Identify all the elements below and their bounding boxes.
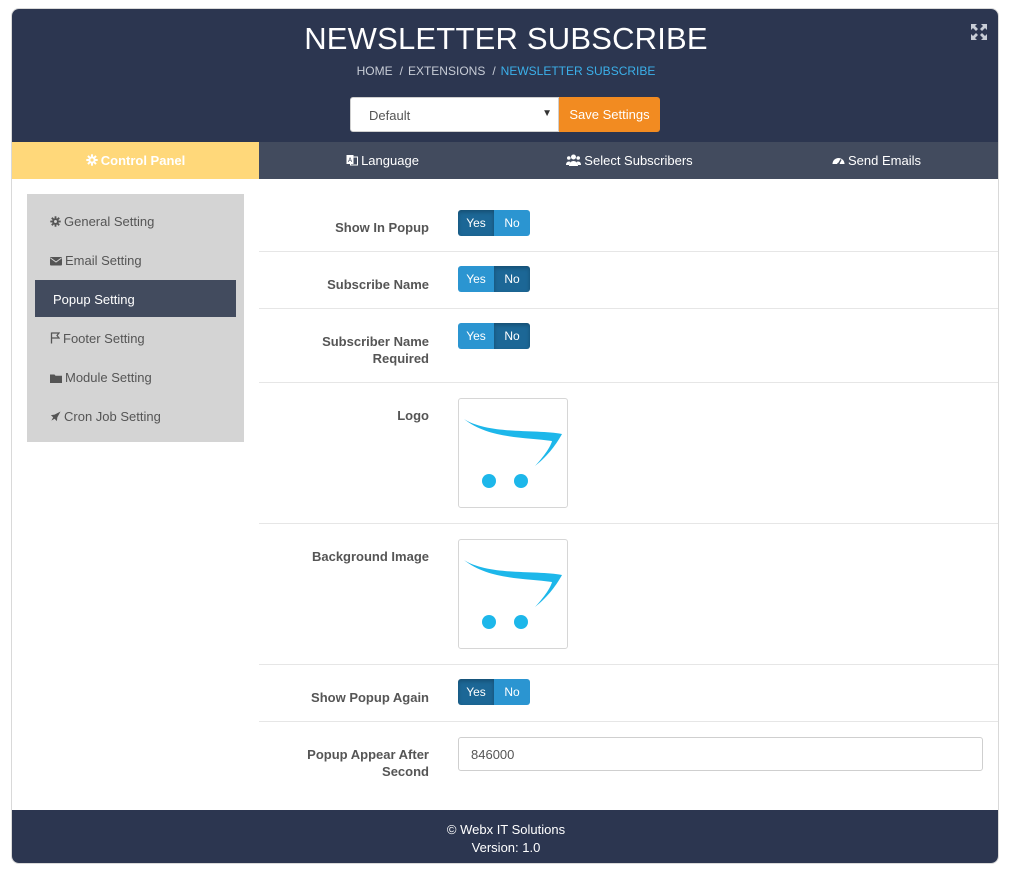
tab-label: Send Emails [848, 153, 921, 168]
no-option[interactable]: No [494, 210, 530, 236]
breadcrumb-current: NEWSLETTER SUBSCRIBE [500, 64, 656, 78]
settings-sidebar: General Setting Email Setting Popup Sett… [27, 194, 244, 442]
tab-label: Language [361, 153, 419, 168]
field-label: Background Image [311, 549, 429, 564]
field-label: Subscribe Name [327, 277, 429, 292]
background-image-picker[interactable] [458, 539, 568, 649]
expand-arrows-icon[interactable] [970, 23, 988, 41]
breadcrumb-separator: / [399, 64, 403, 78]
field-label: Show In Popup [335, 220, 429, 235]
field-label-line: Required [372, 351, 429, 366]
sidebar-item-label: Footer Setting [63, 331, 145, 346]
field-label: Show Popup Again [311, 690, 429, 705]
field-label: Popup Appear After Second [259, 746, 429, 780]
field-label: Logo [397, 408, 429, 423]
gear-icon [50, 216, 61, 227]
sidebar-item-label: General Setting [64, 214, 155, 229]
cart-logo-icon [464, 560, 562, 629]
tab-label: Control Panel [100, 153, 186, 168]
breadcrumb-home[interactable]: HOME [357, 64, 393, 78]
field-label-line: Subscriber Name [322, 334, 429, 349]
yes-option[interactable]: Yes [458, 210, 494, 236]
sidebar-item-label: Email Setting [65, 253, 142, 268]
tab-send-emails[interactable]: Send Emails [753, 142, 998, 179]
show-popup-again-toggle: Yes No [458, 679, 530, 705]
users-icon [566, 154, 582, 166]
tab-select-subscribers[interactable]: Select Subscribers [506, 142, 753, 179]
language-icon: A [346, 155, 359, 166]
row-subscriber-name-required: Subscriber Name Required Yes No [259, 309, 998, 383]
yes-option[interactable]: Yes [458, 266, 494, 292]
sidebar-item-label: Cron Job Setting [64, 409, 161, 424]
no-option[interactable]: No [494, 266, 530, 292]
tab-label: Select Subscribers [584, 153, 693, 168]
chevron-down-icon: ▼ [542, 108, 552, 119]
no-option[interactable]: No [494, 679, 530, 705]
popup-appear-after-input[interactable] [458, 737, 983, 771]
field-label: Subscriber Name Required [259, 333, 429, 367]
breadcrumb-extensions[interactable]: EXTENSIONS [408, 64, 485, 78]
sidebar-item-popup-setting[interactable]: Popup Setting [35, 280, 236, 317]
tab-language[interactable]: A Language [259, 142, 506, 179]
row-popup-appear-after: Popup Appear After Second [259, 722, 998, 792]
footer-copyright: © Webx IT Solutions [446, 822, 566, 837]
dashboard-icon [832, 158, 845, 166]
sidebar-item-footer-setting[interactable]: Footer Setting [35, 319, 236, 356]
breadcrumb: HOME / EXTENSIONS / NEWSLETTER SUBSCRIBE [12, 64, 998, 78]
sidebar-item-cron-job-setting[interactable]: Cron Job Setting [35, 397, 236, 434]
row-logo: Logo [259, 383, 998, 524]
tab-control-panel[interactable]: Control Panel [12, 142, 259, 179]
save-settings-button[interactable]: Save Settings [559, 97, 660, 132]
page-title: NEWSLETTER SUBSCRIBE [304, 21, 708, 56]
page-header: NEWSLETTER SUBSCRIBE HOME / EXTENSIONS / NEW… [12, 9, 998, 142]
sidebar-item-module-setting[interactable]: Module Setting [35, 358, 236, 395]
gear-icon [86, 154, 98, 166]
row-show-in-popup: Show In Popup Yes No [259, 201, 998, 252]
store-select[interactable]: Default ▼ [350, 97, 559, 132]
flag-icon [50, 332, 61, 344]
app-frame: NEWSLETTER SUBSCRIBE HOME / EXTENSIONS / NEW… [11, 8, 999, 864]
yes-option[interactable]: Yes [458, 679, 494, 705]
subscriber-name-required-toggle: Yes No [458, 323, 530, 349]
subscribe-name-toggle: Yes No [458, 266, 530, 292]
sidebar-item-general-setting[interactable]: General Setting [35, 202, 236, 239]
sidebar-item-email-setting[interactable]: Email Setting [35, 241, 236, 278]
main-tabs: Control Panel A Language Select Subscribe… [12, 142, 998, 179]
show-in-popup-toggle: Yes No [458, 210, 530, 236]
row-background-image: Background Image [259, 524, 998, 665]
breadcrumb-separator: / [492, 64, 496, 78]
no-option[interactable]: No [494, 323, 530, 349]
logo-image-picker[interactable] [458, 398, 568, 508]
sidebar-item-label: Module Setting [65, 370, 152, 385]
field-label-line: Second [382, 764, 429, 779]
yes-option[interactable]: Yes [458, 323, 494, 349]
rocket-icon [50, 411, 61, 422]
cart-logo-icon [464, 419, 562, 488]
sidebar-item-label: Popup Setting [53, 292, 135, 307]
envelope-icon [50, 257, 62, 266]
page-footer: © Webx IT Solutions Version: 1.0 [12, 810, 998, 863]
footer-version: Version: 1.0 [471, 840, 541, 855]
row-show-popup-again: Show Popup Again Yes No [259, 665, 998, 722]
control-panel-content: General Setting Email Setting Popup Sett… [12, 179, 998, 810]
field-label-line: Popup Appear After [307, 747, 429, 762]
folder-icon [50, 374, 62, 383]
row-subscribe-name: Subscribe Name Yes No [259, 252, 998, 309]
store-select-value: Default [369, 108, 411, 123]
